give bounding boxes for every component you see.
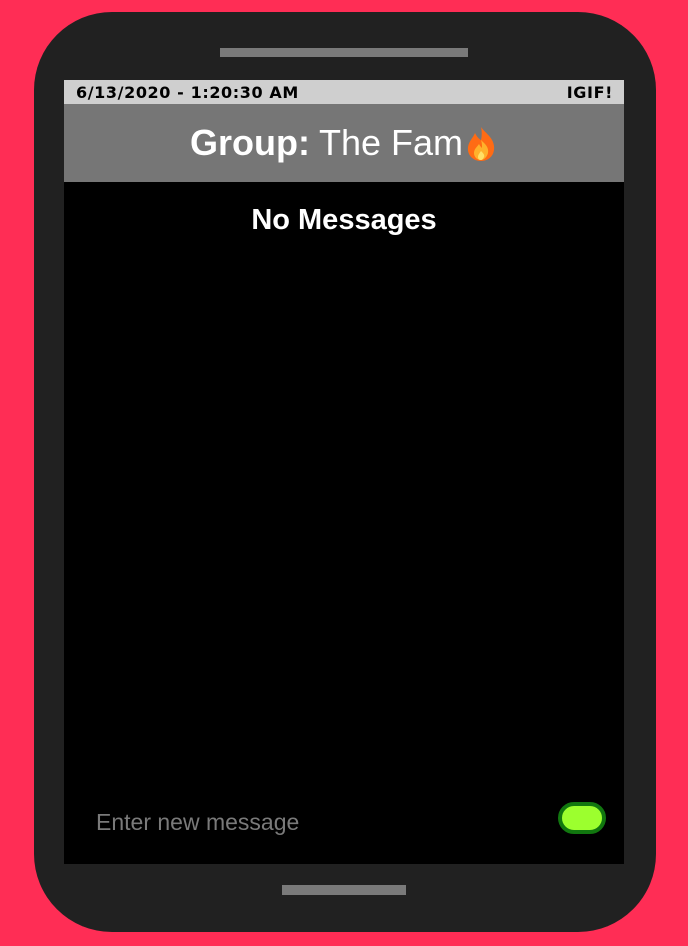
phone-screen: 6/13/2020 - 1:20:30 AM IGIF! Group: The … xyxy=(64,80,624,864)
empty-messages-label: No Messages xyxy=(251,204,437,236)
status-carrier: IGIF! xyxy=(566,83,613,102)
group-header: Group: The Fam xyxy=(64,104,624,182)
group-label: Group: xyxy=(189,122,310,163)
app-background: 6/13/2020 - 1:20:30 AM IGIF! Group: The … xyxy=(0,0,688,946)
message-input[interactable] xyxy=(96,804,516,840)
group-name: The Fam xyxy=(318,122,464,163)
send-button[interactable] xyxy=(558,802,606,834)
status-datetime: 6/13/2020 - 1:20:30 AM xyxy=(76,83,299,102)
message-composer xyxy=(64,784,624,864)
status-bar: 6/13/2020 - 1:20:30 AM IGIF! xyxy=(64,80,624,104)
phone-frame: 6/13/2020 - 1:20:30 AM IGIF! Group: The … xyxy=(34,12,656,932)
flame-icon xyxy=(464,126,498,162)
home-indicator xyxy=(282,885,406,895)
phone-speaker xyxy=(220,48,468,57)
